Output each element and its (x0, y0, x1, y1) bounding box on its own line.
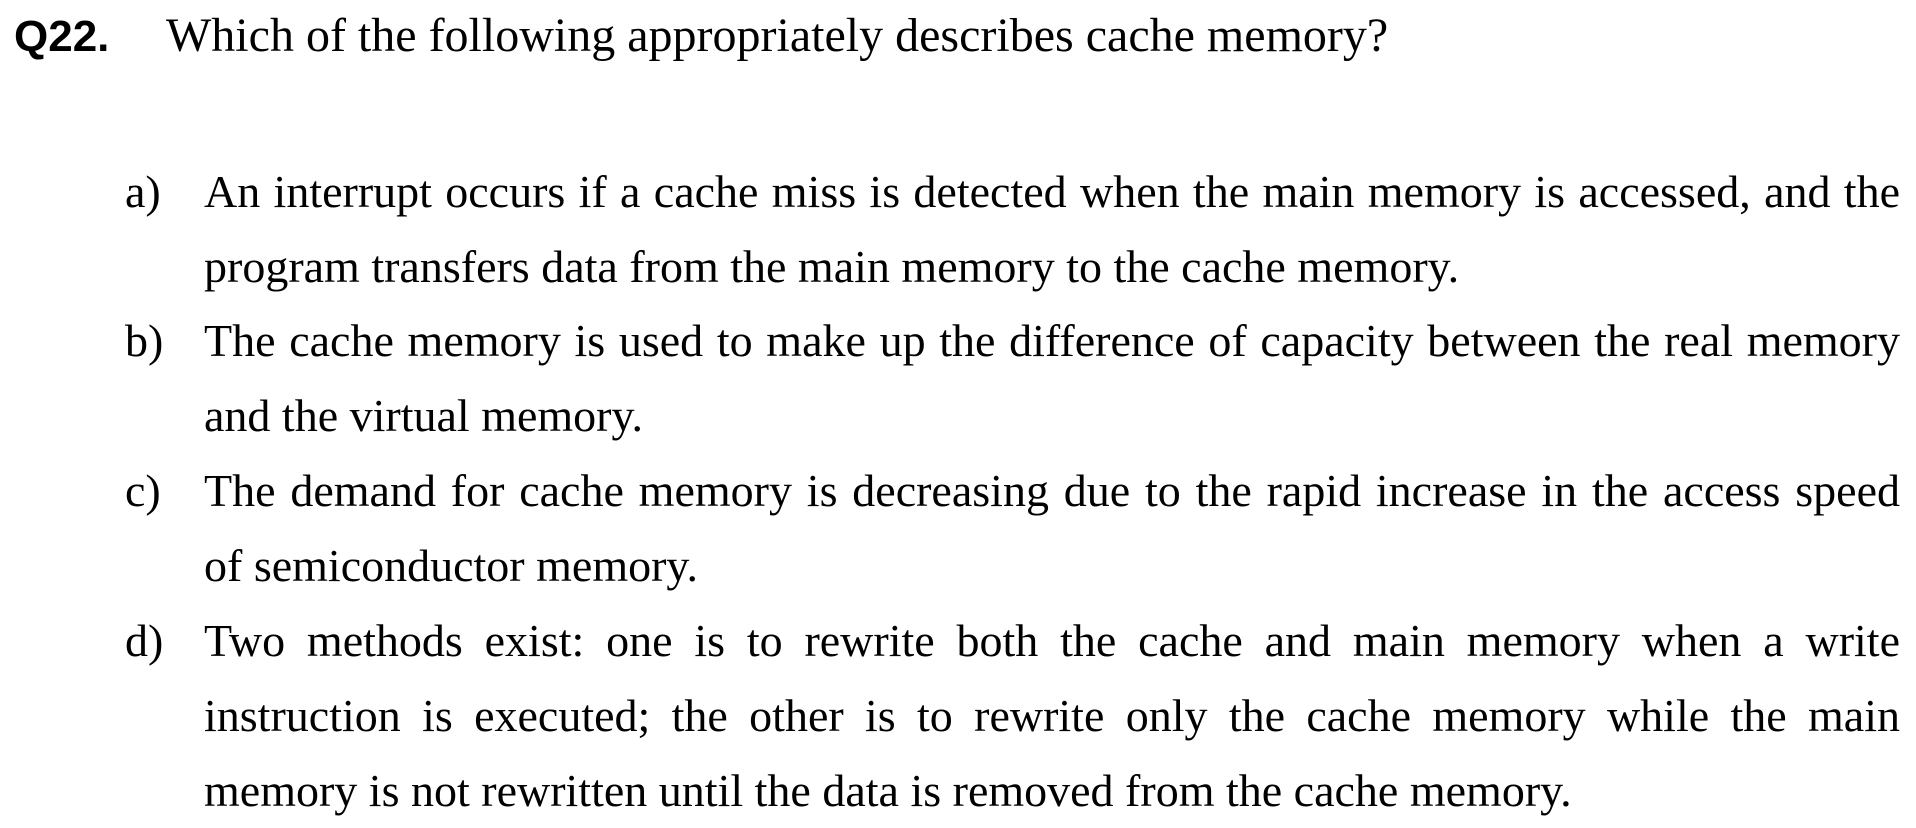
option-b: b) The cache memory is used to make up t… (125, 303, 1900, 453)
option-label: b) (125, 315, 164, 366)
option-label: a) (125, 166, 161, 217)
question-number: Q22. (14, 12, 110, 61)
option-label: d) (125, 615, 164, 666)
option-a: a) An interrupt occurs if a cache miss i… (125, 154, 1900, 304)
question-header: Q22. Which of the following appropriatel… (14, 8, 1388, 63)
question-text: Which of the following appropriately des… (166, 9, 1389, 62)
option-label: c) (125, 465, 161, 516)
option-text: An interrupt occurs if a cache miss is d… (204, 166, 1900, 292)
option-d: d) Two methods exist: one is to rewrite … (125, 603, 1900, 828)
option-c: c) The demand for cache memory is decrea… (125, 453, 1900, 603)
option-text: Two methods exist: one is to rewrite bot… (204, 615, 1900, 816)
option-text: The cache memory is used to make up the … (204, 315, 1900, 441)
option-text: The demand for cache memory is decreasin… (204, 465, 1900, 591)
